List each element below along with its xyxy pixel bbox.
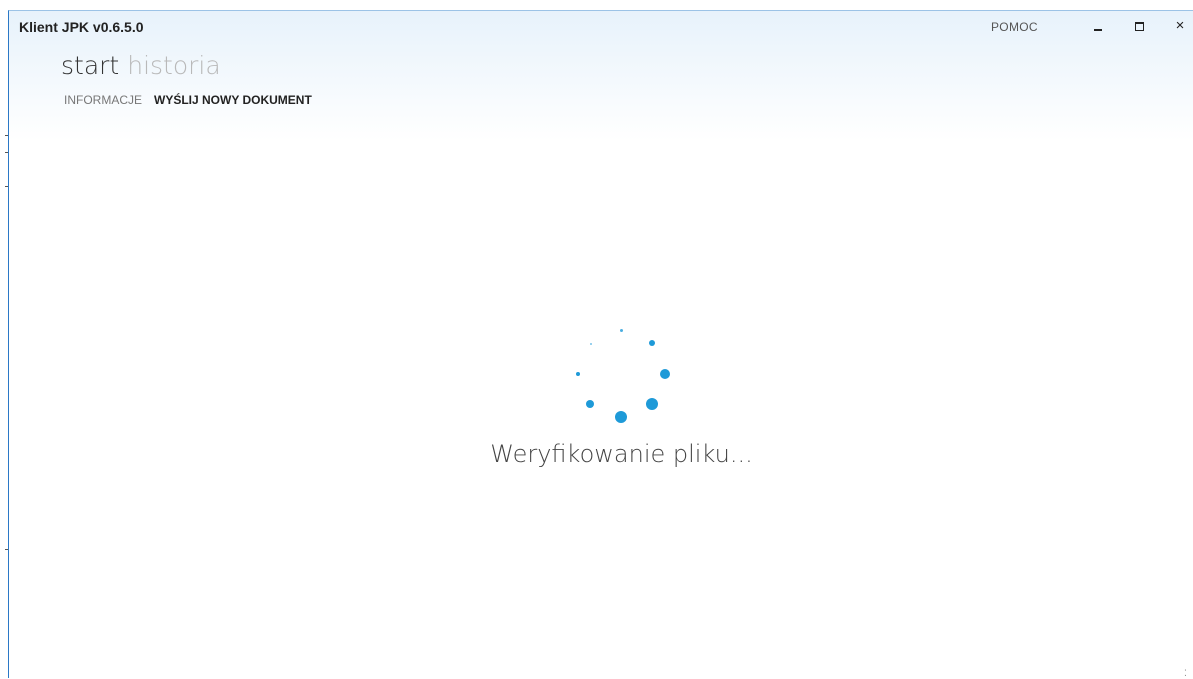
minimize-button[interactable]: [1083, 15, 1113, 37]
tab-historia[interactable]: historia: [127, 51, 220, 80]
subtab-wyslij-nowy-dokument[interactable]: WYŚLIJ NOWY DOKUMENT: [154, 93, 312, 107]
close-button[interactable]: ×: [1165, 15, 1193, 37]
close-icon: ×: [1175, 17, 1185, 34]
sub-navigation: INFORMACJE WYŚLIJ NOWY DOKUMENT: [64, 93, 312, 107]
app-window: Klient JPK v0.6.5.0 POMOC × start histori…: [8, 10, 1193, 678]
main-navigation: start historia: [61, 51, 229, 80]
minimize-icon: [1094, 29, 1102, 31]
app-title: Klient JPK v0.6.5.0: [19, 19, 144, 35]
title-bar[interactable]: Klient JPK v0.6.5.0 POMOC ×: [9, 11, 1193, 41]
window-edge-marks: [0, 0, 8, 677]
status-message: Weryfikowanie pliku...: [490, 440, 753, 468]
help-button[interactable]: POMOC: [991, 20, 1038, 34]
maximize-icon: [1134, 22, 1144, 31]
subtab-informacje[interactable]: INFORMACJE: [64, 93, 142, 107]
tab-start[interactable]: start: [61, 51, 119, 80]
maximize-button[interactable]: [1124, 15, 1154, 37]
resize-grip-icon[interactable]: ⁚: [1184, 668, 1187, 679]
